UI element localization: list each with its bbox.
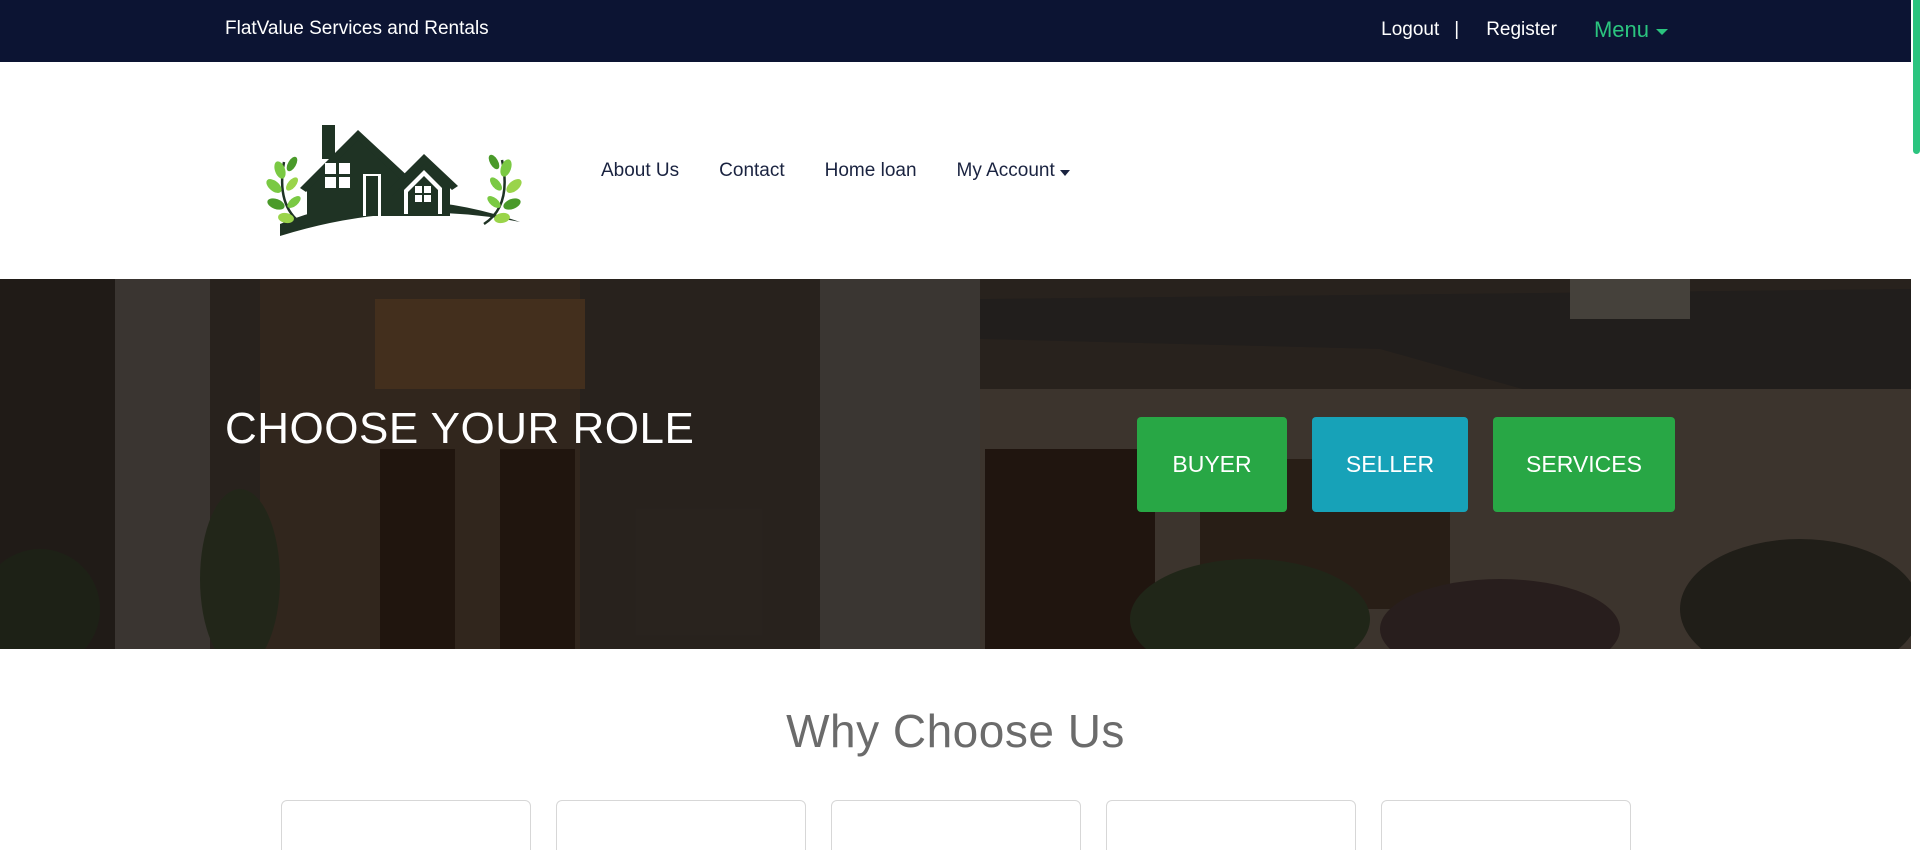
caret-down-icon (1656, 28, 1668, 35)
scrollbar-thumb[interactable] (1913, 0, 1920, 154)
nav-home-loan[interactable]: Home loan (825, 160, 917, 182)
hero-title: CHOOSE YOUR ROLE (225, 404, 695, 453)
feature-cards (281, 800, 1631, 850)
feature-card (1381, 800, 1631, 850)
feature-card (281, 800, 531, 850)
logout-link[interactable]: Logout (1381, 19, 1439, 41)
why-choose-us-section: Why Choose Us (0, 649, 1911, 850)
menu-toggle[interactable]: Menu (1594, 17, 1668, 43)
feature-card (831, 800, 1081, 850)
buyer-button[interactable]: BUYER (1137, 417, 1287, 512)
nav-my-account[interactable]: My Account (957, 160, 1070, 182)
link-separator: | (1454, 19, 1460, 40)
feature-card (556, 800, 806, 850)
site-brand[interactable]: FlatValue Services and Rentals (225, 18, 489, 40)
seller-button[interactable]: SELLER (1312, 417, 1468, 512)
hero-banner: CHOOSE YOUR ROLE BUYER SELLER SERVICES (0, 279, 1911, 649)
house-logo-icon[interactable] (262, 106, 524, 240)
top-bar: FlatValue Services and Rentals Logout | … (0, 0, 1911, 62)
services-button[interactable]: SERVICES (1493, 417, 1675, 512)
why-choose-us-title: Why Choose Us (786, 705, 1125, 757)
nav-contact[interactable]: Contact (719, 160, 784, 182)
nav-my-account-label: My Account (956, 160, 1055, 181)
menu-label: Menu (1593, 17, 1649, 42)
site-header: About Us Contact Home loan My Account (0, 62, 1911, 279)
feature-card (1106, 800, 1356, 850)
main-nav: About Us Contact Home loan My Account (601, 160, 1070, 182)
register-link[interactable]: Register (1486, 19, 1557, 41)
caret-down-icon (1059, 170, 1070, 176)
nav-about-us[interactable]: About Us (601, 160, 679, 182)
top-links: Logout | Register Menu (1381, 17, 1668, 43)
